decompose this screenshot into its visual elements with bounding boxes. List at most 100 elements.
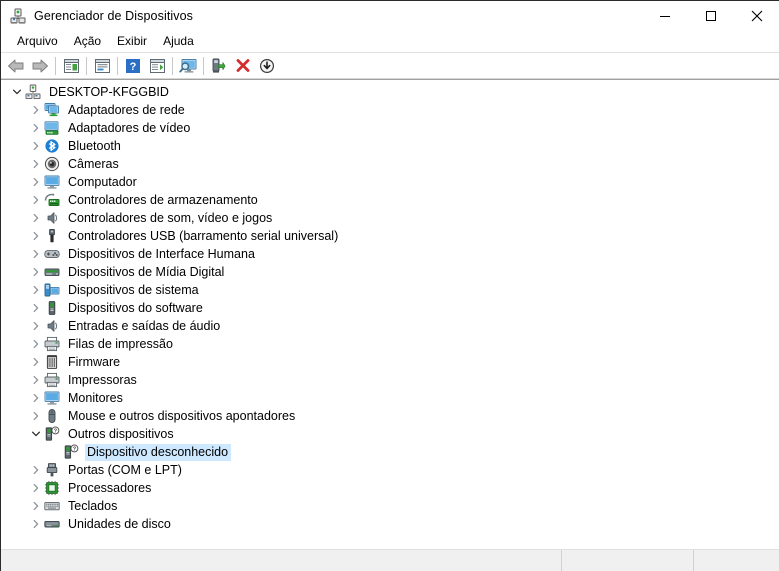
chevron-down-icon[interactable] [28,426,44,442]
port-icon [44,462,60,478]
tree-node[interactable]: Firmware [1,353,779,371]
chevron-right-icon[interactable] [28,408,44,424]
show-hide-console-tree-button[interactable] [59,55,83,77]
tree-node-label: Controladores de armazenamento [68,192,258,207]
computer-root-icon [25,84,41,100]
tree-node[interactable]: Adaptadores de rede [1,101,779,119]
chevron-right-icon[interactable] [28,264,44,280]
disable-device-button[interactable] [255,55,279,77]
minimize-button[interactable] [642,1,688,31]
show-hidden-devices-button[interactable] [176,55,200,77]
chevron-right-icon[interactable] [28,390,44,406]
tree-node[interactable]: Portas (COM e LPT) [1,461,779,479]
tree-node[interactable]: Unidades de disco [1,515,779,533]
tree-node-label: Monitores [68,390,123,405]
chevron-right-icon[interactable] [28,372,44,388]
uninstall-device-button[interactable] [231,55,255,77]
chevron-right-icon[interactable] [28,354,44,370]
processor-icon [44,480,60,496]
chevron-right-icon[interactable] [28,336,44,352]
tree-node[interactable]: Mouse e outros dispositivos apontadores [1,407,779,425]
update-driver-button[interactable] [207,55,231,77]
tree-node[interactable]: Filas de impressão [1,335,779,353]
tree-node[interactable]: Adaptadores de vídeo [1,119,779,137]
software-device-icon [44,300,60,316]
chevron-right-icon[interactable] [28,102,44,118]
tree-node[interactable]: Bluetooth [1,137,779,155]
tree-node-label: Dispositivos do software [68,300,203,315]
tree-node[interactable]: ? Dispositivo desconhecido [1,443,779,461]
statusbar [1,549,779,571]
chevron-right-icon[interactable] [28,516,44,532]
chevron-down-icon[interactable] [9,84,25,100]
help-button[interactable]: ? [121,55,145,77]
tree-node-label: Câmeras [68,156,119,171]
chevron-right-icon[interactable] [28,174,44,190]
digital-media-icon [44,264,60,280]
tree-node-label: Teclados [68,498,118,513]
tree-node-label: Dispositivo desconhecido [85,443,232,461]
chevron-right-icon[interactable] [28,462,44,478]
toolbar-separator-4 [172,56,173,75]
tree-node-label: DESKTOP-KFGGBID [49,84,169,99]
toolbar: ? [1,53,779,79]
chevron-right-icon[interactable] [28,210,44,226]
tree-node[interactable]: Entradas e saídas de áudio [1,317,779,335]
tree-node[interactable]: Computador [1,173,779,191]
back-arrow-icon [8,59,24,72]
tree-node-label: Entradas e saídas de áudio [68,318,221,333]
tree-node[interactable]: Monitores [1,389,779,407]
scan-hardware-icon [149,58,165,73]
chevron-right-icon[interactable] [28,300,44,316]
tree-node[interactable]: DESKTOP-KFGGBID [1,83,779,101]
back-button[interactable] [4,55,28,77]
tree-node-label: Bluetooth [68,138,121,153]
status-main-text [1,550,561,558]
chevron-right-icon[interactable] [28,480,44,496]
tree-node[interactable]: Câmeras [1,155,779,173]
chevron-right-icon[interactable] [28,120,44,136]
chevron-right-icon[interactable] [28,282,44,298]
tree-node[interactable]: Controladores USB (barramento serial uni… [1,227,779,245]
audio-io-icon [44,318,60,334]
tree-node[interactable]: Impressoras [1,371,779,389]
tree-node[interactable]: ? Outros dispositivos [1,425,779,443]
chevron-right-icon[interactable] [28,318,44,334]
menubar: Arquivo Ação Exibir Ajuda [1,31,779,53]
tree-node-label: Processadores [68,480,152,495]
tree-node[interactable]: Dispositivos do software [1,299,779,317]
tree-node[interactable]: Dispositivos de Interface Humana [1,245,779,263]
device-tree: DESKTOP-KFGGBID Adaptadores de rede Adapta… [1,80,779,533]
system-device-icon [44,282,60,298]
tree-node-label: Adaptadores de rede [68,102,185,117]
tree-node[interactable]: Dispositivos de sistema [1,281,779,299]
scan-hardware-changes-button[interactable] [145,55,169,77]
chevron-right-icon[interactable] [28,156,44,172]
menu-arquivo[interactable]: Arquivo [9,32,66,51]
tree-node-label: Computador [68,174,137,189]
forward-button[interactable] [28,55,52,77]
chevron-right-icon[interactable] [28,228,44,244]
tree-node[interactable]: Processadores [1,479,779,497]
chevron-right-icon[interactable] [28,498,44,514]
tree-node[interactable]: Controladores de armazenamento [1,191,779,209]
menu-exibir[interactable]: Exibir [109,32,155,51]
keyboard-icon [44,498,60,514]
chevron-right-icon[interactable] [28,192,44,208]
close-button[interactable] [734,1,779,31]
device-manager-icon [10,8,26,24]
chevron-right-icon[interactable] [28,246,44,262]
chevron-right-icon[interactable] [28,138,44,154]
tree-node-label: Filas de impressão [68,336,173,351]
device-tree-pane[interactable]: DESKTOP-KFGGBID Adaptadores de rede Adapta… [1,79,779,549]
maximize-button[interactable] [688,1,734,31]
unknown-device-icon: ? [63,444,79,460]
tree-node-label: Impressoras [68,372,137,387]
menu-acao[interactable]: Ação [66,32,109,51]
menu-ajuda[interactable]: Ajuda [155,32,202,51]
tree-node[interactable]: Dispositivos de Mídia Digital [1,263,779,281]
tree-node[interactable]: Teclados [1,497,779,515]
properties-button[interactable] [90,55,114,77]
tree-node[interactable]: Controladores de som, vídeo e jogos [1,209,779,227]
toolbar-separator-3 [117,56,118,75]
